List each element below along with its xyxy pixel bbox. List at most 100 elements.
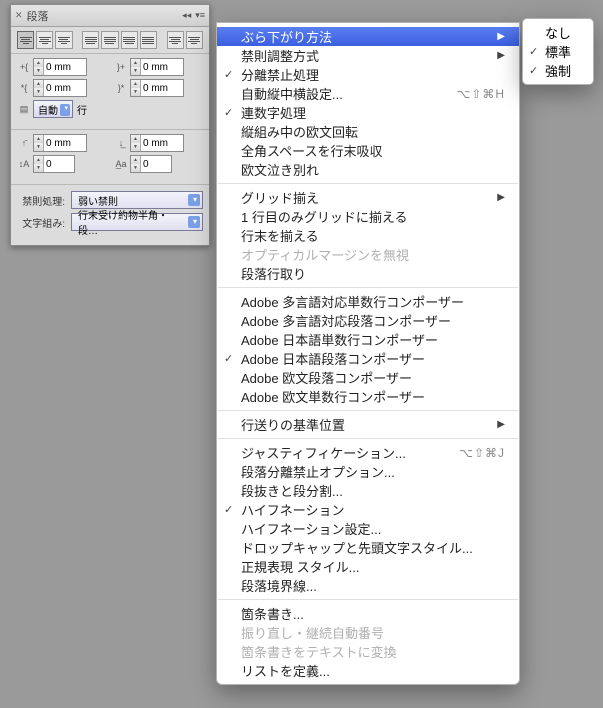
menu-item-label: 振り直し・継続自動番号: [241, 623, 384, 642]
menu-item[interactable]: Adobe 欧文単数行コンポーザー: [217, 387, 519, 406]
right-indent-stepper[interactable]: ▲▼: [130, 58, 184, 76]
align-right-button[interactable]: [55, 31, 72, 49]
menu-item-label: 全角スペースを行末吸収: [241, 141, 382, 160]
menu-item[interactable]: Adobe 多言語対応段落コンポーザー: [217, 311, 519, 330]
menu-item-label: 欧文泣き別れ: [241, 160, 319, 179]
space-before-stepper[interactable]: ▲▼: [33, 134, 87, 152]
space-after-icon: ↓̲: [114, 137, 128, 149]
menu-item[interactable]: 段抜きと段分割...: [217, 481, 519, 500]
menu-item[interactable]: ハイフネーション設定...: [217, 519, 519, 538]
right-indent-icon: }+: [114, 61, 128, 73]
check-icon: ✓: [224, 352, 233, 365]
menu-item[interactable]: ぶら下がり方法▶: [217, 27, 519, 46]
menu-item[interactable]: 禁則調整方式▶: [217, 46, 519, 65]
menu-item[interactable]: ✓連数字処理: [217, 103, 519, 122]
menu-item[interactable]: ✓ハイフネーション: [217, 500, 519, 519]
check-icon: ✓: [529, 45, 538, 58]
menu-separator: [218, 410, 518, 411]
dropcap-lines-input[interactable]: [44, 156, 74, 172]
menu-item[interactable]: Adobe 欧文段落コンポーザー: [217, 368, 519, 387]
menu-item[interactable]: 段落分離禁止オプション...: [217, 462, 519, 481]
menu-item[interactable]: 行送りの基準位置▶: [217, 415, 519, 434]
submenu-item-label: なし: [545, 23, 571, 42]
menu-item[interactable]: ドロップキャップと先頭文字スタイル...: [217, 538, 519, 557]
kinsoku-value: 弱い禁則: [78, 193, 118, 208]
menu-item-label: ぶら下がり方法: [241, 27, 332, 46]
last-line-indent-input[interactable]: [141, 80, 183, 96]
right-indent-input[interactable]: [141, 59, 183, 75]
first-line-indent-stepper[interactable]: ▲▼: [33, 79, 87, 97]
justify-left-button[interactable]: [82, 31, 99, 49]
left-indent-stepper[interactable]: ▲▼: [33, 58, 87, 76]
menu-item[interactable]: 行末を揃える: [217, 226, 519, 245]
space-after-input[interactable]: [141, 135, 183, 151]
menu-item[interactable]: グリッド揃え ▶: [217, 188, 519, 207]
menu-item[interactable]: リストを定義...: [217, 661, 519, 680]
first-line-indent-input[interactable]: [44, 80, 86, 96]
panel-header: ✕ 段落 ◂◂ ▾≡: [11, 5, 209, 27]
menu-item[interactable]: 正規表現 スタイル...: [217, 557, 519, 576]
space-before-input[interactable]: [44, 135, 86, 151]
first-line-indent-icon: *{: [17, 82, 31, 94]
menu-separator: [218, 183, 518, 184]
dropcap-chars-icon: A̲a: [114, 158, 128, 170]
submenu-item[interactable]: ✓標準: [523, 42, 593, 61]
menu-item-label: 箇条書きをテキストに変換: [241, 642, 397, 661]
menu-item[interactable]: 箇条書き...: [217, 604, 519, 623]
auto-leading-icon: ▤: [17, 103, 31, 115]
justify-right-button[interactable]: [121, 31, 138, 49]
mojikumi-dropdown[interactable]: 行末受け約物半角・段…: [71, 213, 203, 231]
flyout-menu-icon[interactable]: ▾≡: [195, 10, 205, 21]
menu-item[interactable]: ✓分離禁止処理: [217, 65, 519, 84]
menu-item[interactable]: 自動縦中横設定...⌥⇧⌘H: [217, 84, 519, 103]
align-toward-spine-button[interactable]: [167, 31, 184, 49]
menu-item[interactable]: Adobe 多言語対応単数行コンポーザー: [217, 292, 519, 311]
align-center-button[interactable]: [36, 31, 53, 49]
justify-center-button[interactable]: [101, 31, 118, 49]
menu-item-label: 1 行目のみグリッドに揃える: [241, 207, 407, 226]
collapse-icon[interactable]: ◂◂: [182, 10, 191, 21]
menu-item-label: グリッド揃え: [241, 188, 319, 207]
justify-all-button[interactable]: [140, 31, 157, 49]
menu-item[interactable]: ✓Adobe 日本語段落コンポーザー: [217, 349, 519, 368]
menu-item-label: 分離禁止処理: [241, 65, 319, 84]
submenu-item[interactable]: なし: [523, 23, 593, 42]
submenu-arrow-icon: ▶: [497, 192, 505, 203]
menu-item-label: 縦組み中の欧文回転: [241, 122, 358, 141]
last-line-indent-stepper[interactable]: ▲▼: [130, 79, 184, 97]
menu-item-label: Adobe 多言語対応単数行コンポーザー: [241, 292, 464, 311]
menu-separator: [218, 599, 518, 600]
menu-item[interactable]: 段落行取り: [217, 264, 519, 283]
menu-item-label: Adobe 欧文段落コンポーザー: [241, 368, 412, 387]
menu-shortcut: ⌥⇧⌘J: [459, 446, 505, 460]
menu-item-label: 箇条書き...: [241, 604, 304, 623]
left-indent-input[interactable]: [44, 59, 86, 75]
align-away-spine-button[interactable]: [186, 31, 203, 49]
paragraph-flyout-menu: ぶら下がり方法▶禁則調整方式▶✓分離禁止処理自動縦中横設定...⌥⇧⌘H✓連数字…: [216, 22, 520, 685]
menu-item-label: 段落分離禁止オプション...: [241, 462, 395, 481]
menu-item[interactable]: 段落境界線...: [217, 576, 519, 595]
dropcap-chars-stepper[interactable]: ▲▼: [130, 155, 172, 173]
menu-item-label: 段落境界線...: [241, 576, 317, 595]
menu-item-label: 連数字処理: [241, 103, 306, 122]
dropcap-lines-stepper[interactable]: ▲▼: [33, 155, 75, 173]
menu-separator: [218, 287, 518, 288]
menu-item[interactable]: ジャスティフィケーション...⌥⇧⌘J: [217, 443, 519, 462]
spacing-fields: ↑̄ ▲▼ ↓̲ ▲▼ ↕A ▲▼ A̲a ▲▼: [11, 130, 209, 185]
menu-item[interactable]: 縦組み中の欧文回転: [217, 122, 519, 141]
dropcap-chars-input[interactable]: [141, 156, 171, 172]
auto-leading-dropdown[interactable]: 自動: [33, 100, 73, 118]
space-after-stepper[interactable]: ▲▼: [130, 134, 184, 152]
close-icon[interactable]: ✕: [15, 10, 23, 21]
menu-item-label: リストを定義...: [241, 661, 330, 680]
menu-item[interactable]: 1 行目のみグリッドに揃える: [217, 207, 519, 226]
auto-leading-value: 自動: [38, 102, 58, 117]
menu-item[interactable]: 欧文泣き別れ: [217, 160, 519, 179]
menu-item[interactable]: Adobe 日本語単数行コンポーザー: [217, 330, 519, 349]
menu-item-label: ドロップキャップと先頭文字スタイル...: [241, 538, 473, 557]
auto-leading-unit: 行: [77, 102, 87, 117]
menu-item[interactable]: 全角スペースを行末吸収: [217, 141, 519, 160]
submenu-item[interactable]: ✓強制: [523, 61, 593, 80]
align-left-button[interactable]: [17, 31, 34, 49]
kinsoku-label: 禁則処理:: [17, 193, 65, 208]
